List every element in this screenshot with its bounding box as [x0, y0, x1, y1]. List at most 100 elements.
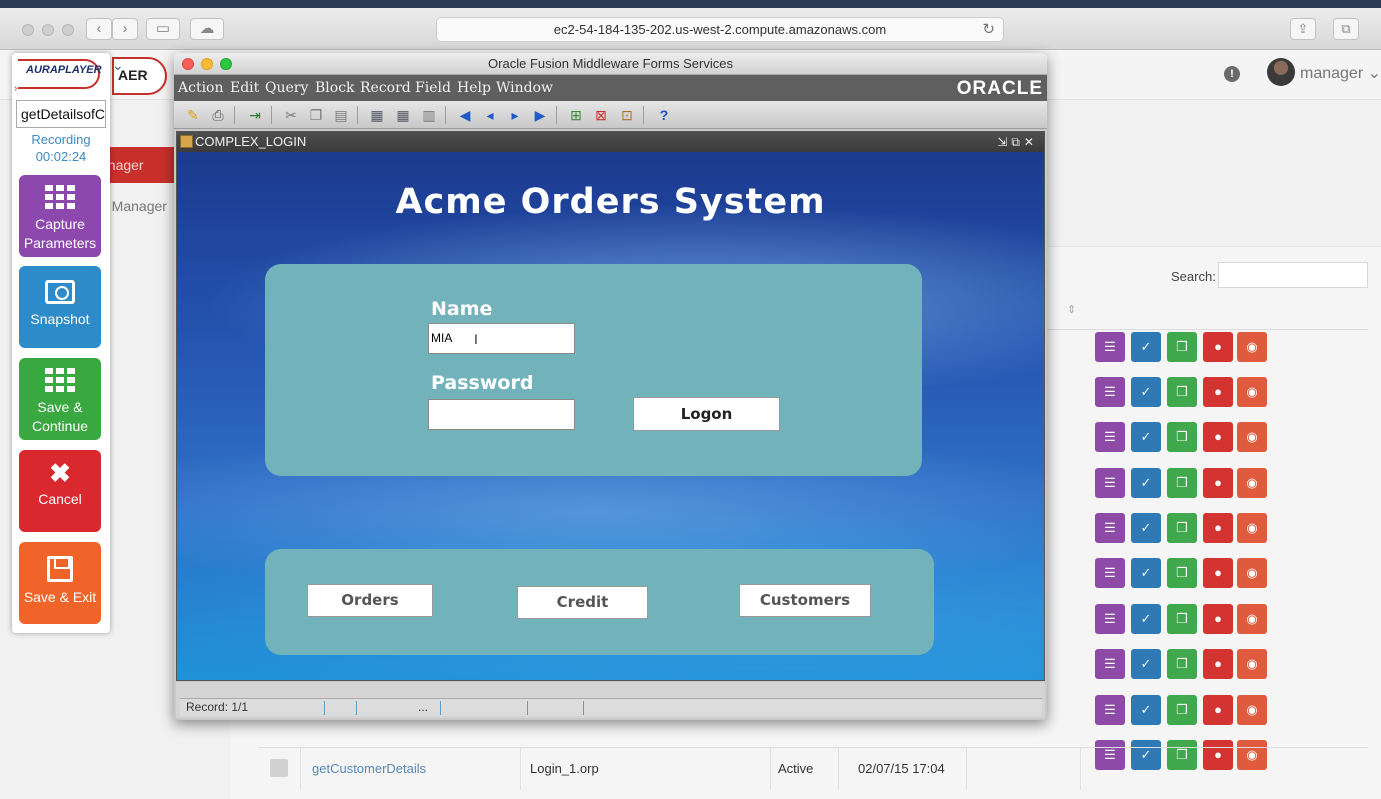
record-icon[interactable]: ◉ [1237, 558, 1267, 588]
copy-icon[interactable]: ❐ [1167, 558, 1197, 588]
menu-window[interactable]: Window [496, 80, 553, 96]
sidebar-toggle-icon[interactable]: ▭ [146, 18, 180, 40]
name-field[interactable]: MIA I [428, 323, 575, 354]
stop-icon[interactable]: ● [1203, 332, 1233, 362]
list-icon[interactable]: ☰ [1095, 695, 1125, 725]
list-icon[interactable]: ☰ [1095, 377, 1125, 407]
check-icon[interactable]: ✓ [1131, 604, 1161, 634]
help-icon[interactable]: ? [655, 106, 673, 124]
copy-icon[interactable]: ❐ [307, 106, 325, 124]
record-icon[interactable]: ◉ [1237, 649, 1267, 679]
stop-icon[interactable]: ● [1203, 377, 1233, 407]
list-icon[interactable]: ☰ [1095, 468, 1125, 498]
record-icon[interactable]: ◉ [1237, 332, 1267, 362]
window-zoom-dot[interactable] [220, 58, 232, 70]
record-icon[interactable]: ◉ [1237, 604, 1267, 634]
password-field[interactable] [428, 399, 575, 430]
check-icon[interactable]: ✓ [1131, 513, 1161, 543]
list-icon[interactable]: ☰ [1095, 604, 1125, 634]
menu-query[interactable]: Query [265, 80, 308, 96]
logon-button[interactable]: Logon [633, 397, 780, 431]
record-icon[interactable]: ◉ [1237, 377, 1267, 407]
row-checkbox[interactable] [270, 759, 288, 777]
stop-icon[interactable]: ● [1203, 604, 1233, 634]
copy-icon[interactable]: ❐ [1167, 332, 1197, 362]
browser-close-dot[interactable] [22, 24, 34, 36]
cloud-icon[interactable]: ☁ [190, 18, 224, 40]
user-menu[interactable]: manager ⌄ [1300, 63, 1381, 83]
service-name-input[interactable]: getDetailsofC [16, 100, 106, 128]
list-icon[interactable]: ☰ [1095, 513, 1125, 543]
record-icon[interactable]: ◉ [1237, 513, 1267, 543]
check-icon[interactable]: ✓ [1131, 558, 1161, 588]
snapshot-button[interactable]: Snapshot [19, 266, 101, 348]
list-icon[interactable]: ☰ [1095, 422, 1125, 452]
window-close-dot[interactable] [182, 58, 194, 70]
save-continue-button[interactable]: Save & Continue [19, 358, 101, 440]
browser-minimize-dot[interactable] [42, 24, 54, 36]
capture-parameters-button[interactable]: Capture Parameters [19, 175, 101, 257]
customers-button[interactable]: Customers [739, 584, 871, 617]
copy-icon[interactable]: ❐ [1167, 649, 1197, 679]
menu-field[interactable]: Field [415, 80, 451, 96]
exit-icon[interactable]: ⇥ [246, 106, 264, 124]
menu-block[interactable]: Block [315, 80, 355, 96]
alert-icon[interactable]: ! [1224, 66, 1240, 82]
menu-edit[interactable]: Edit [230, 80, 259, 96]
stop-icon[interactable]: ● [1203, 649, 1233, 679]
next-block-icon[interactable]: ▶ [531, 106, 549, 124]
list-icon[interactable]: ☰ [1095, 558, 1125, 588]
previous-block-icon[interactable]: ◀ [456, 106, 474, 124]
credit-button[interactable]: Credit [517, 586, 648, 619]
record-icon[interactable]: ◉ [1237, 468, 1267, 498]
orders-button[interactable]: Orders [307, 584, 433, 617]
check-icon[interactable]: ✓ [1131, 468, 1161, 498]
share-icon[interactable]: ⇪ [1290, 18, 1316, 40]
list-icon[interactable]: ☰ [1095, 332, 1125, 362]
menu-action[interactable]: Action [178, 80, 224, 96]
forward-icon[interactable]: › [112, 18, 138, 40]
previous-record-icon[interactable]: ◂ [481, 106, 499, 124]
copy-icon[interactable]: ❐ [1167, 377, 1197, 407]
check-icon[interactable]: ✓ [1131, 332, 1161, 362]
chevron-down-icon[interactable]: ⌄ [112, 57, 124, 74]
print-icon[interactable]: ⎙ [209, 106, 227, 124]
lock-record-icon[interactable]: ⊡ [618, 106, 636, 124]
avatar[interactable] [1267, 58, 1295, 86]
copy-icon[interactable]: ❐ [1167, 604, 1197, 634]
stop-icon[interactable]: ● [1203, 468, 1233, 498]
table-row[interactable]: getCustomerDetails Login_1.orp Active 02… [258, 747, 1368, 790]
delete-record-icon[interactable]: ⊠ [592, 106, 610, 124]
check-icon[interactable]: ✓ [1131, 422, 1161, 452]
tabs-icon[interactable]: ⧉ [1333, 18, 1359, 40]
check-icon[interactable]: ✓ [1131, 377, 1161, 407]
record-icon[interactable]: ◉ [1237, 422, 1267, 452]
oracle-window-titlebar[interactable]: Oracle Fusion Middleware Forms Services [174, 53, 1047, 75]
execute-query-icon[interactable]: ▦ [394, 106, 412, 124]
list-icon[interactable]: ☰ [1095, 649, 1125, 679]
service-name-link[interactable]: getCustomerDetails [312, 761, 426, 776]
sort-icon[interactable]: ⇕ [1067, 303, 1076, 316]
record-icon[interactable]: ◉ [1237, 695, 1267, 725]
address-bar[interactable]: ec2-54-184-135-202.us-west-2.compute.ama… [436, 17, 1004, 42]
check-icon[interactable]: ✓ [1131, 649, 1161, 679]
copy-icon[interactable]: ❐ [1167, 468, 1197, 498]
save-exit-button[interactable]: Save & Exit [19, 542, 101, 624]
check-icon[interactable]: ✓ [1131, 695, 1161, 725]
form-window-controls[interactable]: ⇲⧉✕ [997, 132, 1038, 152]
save-icon[interactable]: ✎ [184, 106, 202, 124]
reload-icon[interactable]: ↻ [982, 18, 995, 41]
stop-icon[interactable]: ● [1203, 422, 1233, 452]
stop-icon[interactable]: ● [1203, 695, 1233, 725]
sidebar-item-manager[interactable]: e Manager [100, 194, 180, 218]
browser-zoom-dot[interactable] [62, 24, 74, 36]
search-input[interactable] [1218, 262, 1368, 288]
next-record-icon[interactable]: ▸ [506, 106, 524, 124]
stop-icon[interactable]: ● [1203, 558, 1233, 588]
back-icon[interactable]: ‹ [86, 18, 112, 40]
paste-icon[interactable]: ▤ [332, 106, 350, 124]
stop-icon[interactable]: ● [1203, 513, 1233, 543]
menu-record[interactable]: Record [360, 80, 411, 96]
copy-icon[interactable]: ❐ [1167, 695, 1197, 725]
menu-help[interactable]: Help [457, 80, 491, 96]
